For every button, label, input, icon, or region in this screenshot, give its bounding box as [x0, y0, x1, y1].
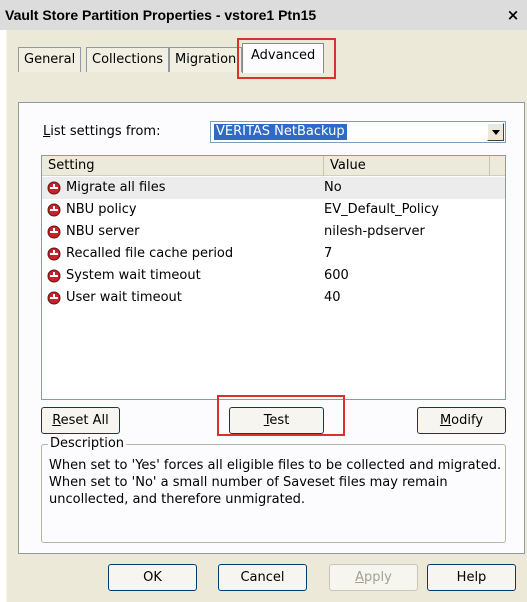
- tab-label: Advanced: [251, 48, 316, 63]
- column-header-setting[interactable]: Setting: [42, 156, 324, 176]
- row-setting-name: System wait timeout: [66, 268, 201, 283]
- list-row[interactable]: NBU policy EV_Default_Policy: [42, 199, 505, 221]
- setting-red-icon: [47, 203, 61, 217]
- setting-red-icon: [47, 247, 61, 261]
- list-row[interactable]: Migrate all files No: [42, 177, 505, 199]
- tab-label: Migration: [175, 52, 237, 67]
- ok-button[interactable]: OK: [108, 564, 197, 591]
- setting-red-icon: [47, 269, 61, 283]
- tab-collections[interactable]: Collections: [86, 47, 170, 72]
- list-row[interactable]: User wait timeout 40: [42, 287, 505, 309]
- window-title: Vault Store Partition Properties - vstor…: [5, 7, 317, 23]
- help-button[interactable]: Help: [427, 564, 516, 591]
- row-setting-value: 40: [324, 290, 341, 305]
- list-row[interactable]: Recalled file cache period 7: [42, 243, 505, 265]
- dropdown-selected-value: VERITAS NetBackup: [214, 124, 347, 140]
- row-setting-value: 600: [324, 268, 349, 283]
- reset-all-label-rest: eset All: [60, 413, 109, 428]
- row-setting-name: User wait timeout: [66, 290, 182, 305]
- description-group: Description When set to 'Yes' forces all…: [41, 436, 506, 543]
- test-button[interactable]: Test: [229, 407, 324, 434]
- row-setting-value: nilesh-pdserver: [324, 224, 425, 239]
- setting-red-icon: [47, 291, 61, 305]
- tab-label: Collections: [92, 52, 164, 67]
- setting-red-icon: [47, 181, 61, 195]
- chevron-down-icon[interactable]: [487, 123, 504, 141]
- setting-red-icon: [47, 225, 61, 239]
- row-setting-name: NBU server: [66, 224, 140, 239]
- list-settings-dropdown[interactable]: VERITAS NetBackup: [210, 121, 506, 143]
- list-settings-label-text: ist settings from:: [50, 124, 161, 139]
- close-icon[interactable]: ×: [502, 5, 524, 25]
- row-setting-name: Recalled file cache period: [66, 246, 234, 261]
- tab-advanced[interactable]: Advanced: [242, 43, 325, 73]
- description-legend: Description: [48, 436, 127, 451]
- tab-label: General: [24, 52, 76, 67]
- advanced-tab-page: List settings from: VERITAS NetBackup Se…: [18, 102, 525, 554]
- list-row[interactable]: NBU server nilesh-pdserver: [42, 221, 505, 243]
- list-row[interactable]: System wait timeout 600: [42, 265, 505, 287]
- column-header-value[interactable]: Value: [324, 156, 490, 176]
- row-setting-value: EV_Default_Policy: [324, 202, 440, 217]
- row-setting-name: Migrate all files: [66, 180, 166, 195]
- modify-button[interactable]: Modify: [417, 407, 506, 434]
- settings-list[interactable]: Setting Value Migrate all files No NBU pol…: [41, 155, 506, 400]
- cancel-button[interactable]: Cancel: [218, 564, 307, 591]
- test-label-rest: est: [269, 413, 290, 428]
- apply-button[interactable]: Apply: [329, 564, 418, 591]
- list-header: Setting Value: [42, 156, 505, 176]
- title-bar: Vault Store Partition Properties - vstor…: [0, 0, 527, 30]
- apply-label-rest: pply: [364, 570, 392, 585]
- list-settings-label: List settings from:: [43, 124, 161, 139]
- tab-general[interactable]: General: [18, 47, 82, 72]
- row-setting-value: 7: [324, 246, 333, 261]
- modify-label-rest: odify: [451, 413, 484, 428]
- tab-migration[interactable]: Migration: [169, 47, 243, 72]
- row-setting-name: NBU policy: [66, 202, 137, 217]
- properties-dialog: General Collections Migration Advanced L…: [6, 30, 527, 602]
- row-setting-value: No: [324, 180, 342, 195]
- description-text: When set to 'Yes' forces all eligible fi…: [49, 458, 502, 507]
- reset-all-button[interactable]: Reset All: [41, 407, 120, 434]
